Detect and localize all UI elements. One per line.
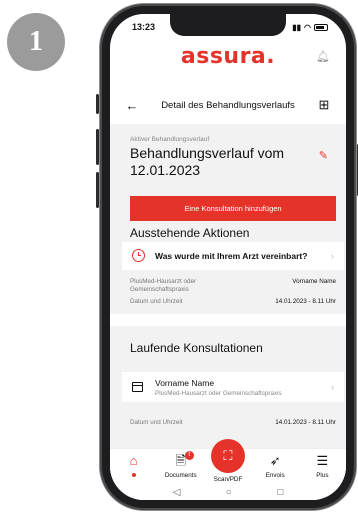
system-home-icon[interactable]: ○: [226, 487, 232, 498]
pending-action-card[interactable]: Was wurde mit Ihrem Arzt vereinbart? ›: [122, 242, 344, 270]
volume-up-button: [96, 129, 99, 165]
pending-date-label: Datum und Uhrzeit: [130, 298, 183, 305]
status-time: 13:23: [132, 22, 156, 32]
ongoing-date-label: Datum und Uhrzeit: [130, 419, 183, 426]
tab-documents-label: Documents: [164, 472, 197, 479]
menu-icon: ☰: [316, 453, 329, 468]
system-recents-icon[interactable]: □: [277, 487, 283, 498]
screenshot: 1 13:23 ▮▮ ◠ assura. 🔔︎ ← Detail des Beh…: [0, 0, 358, 513]
consultation-name: Vorname Name: [155, 377, 215, 388]
detail-label: Aktiver Behandlungsverlauf: [130, 136, 210, 143]
edit-pencil-icon[interactable]: ✎: [319, 149, 328, 162]
ongoing-date-value: 14.01.2023 - 8.11 Uhr: [275, 419, 336, 426]
system-back-icon[interactable]: ◁: [173, 487, 181, 498]
bottom-tab-bar: ⌂ 🗎︎ ! Documents ⛶ Scan/PDF ➶ Envois ☰ P…: [110, 439, 346, 484]
clock-icon: [132, 249, 145, 262]
bell-icon[interactable]: 🔔︎: [316, 50, 330, 63]
battery-icon: [314, 23, 328, 31]
pending-actions-title: Ausstehende Aktionen: [130, 226, 250, 240]
nav-bar: ← Detail des Behandlungsverlaufs ⊞: [110, 94, 346, 116]
tab-scan-pdf[interactable]: ⛶ Scan/PDF: [206, 439, 250, 483]
tab-scan-label: Scan/PDF: [213, 476, 243, 483]
tab-plus[interactable]: ☰ Plus: [300, 453, 344, 479]
active-tab-indicator: [131, 473, 136, 477]
volume-down-button: [96, 172, 99, 208]
tab-envois[interactable]: ➶ Envois: [253, 453, 297, 479]
app-header: assura. 🔔︎: [110, 44, 346, 74]
home-icon: ⌂: [129, 453, 138, 468]
mute-switch: [96, 94, 99, 114]
consultation-subtitle: PlusMed-Hausarzt oder Gemeinschaftspraxi…: [155, 389, 282, 397]
system-navigation-bar: ◁ ○ □: [110, 484, 346, 500]
add-consultation-button[interactable]: Eine Konsultation hinzufügen: [130, 196, 336, 221]
notch: [170, 14, 286, 36]
section-divider: [110, 314, 346, 326]
pending-date-row: Datum und Uhrzeit 14.01.2023 - 8.11 Uhr: [130, 298, 336, 306]
ongoing-date-row: Datum und Uhrzeit 14.01.2023 - 8.11 Uhr: [130, 419, 336, 427]
tab-envois-label: Envois: [265, 472, 285, 479]
tab-plus-label: Plus: [316, 472, 329, 479]
consultation-card[interactable]: Vorname Name PlusMed-Hausarzt oder Gemei…: [122, 372, 344, 402]
signal-icon: ▮▮: [292, 22, 302, 32]
pending-date-value: 14.01.2023 - 8.11 Uhr: [275, 298, 336, 305]
page-title: Detail des Behandlungsverlaufs: [161, 99, 295, 111]
phone-screen: 13:23 ▮▮ ◠ assura. 🔔︎ ← Detail des Behan…: [110, 14, 346, 500]
export-icon[interactable]: ⊞: [316, 97, 332, 113]
back-arrow-icon[interactable]: ←: [124, 98, 140, 113]
pending-practice-label: PlusMed-Hausarzt oder Gemeinschaftspraxi…: [130, 278, 197, 293]
phone-frame: 13:23 ▮▮ ◠ assura. 🔔︎ ← Detail des Behan…: [96, 4, 358, 510]
scan-icon: ⛶: [210, 439, 245, 473]
wifi-icon: ◠: [304, 22, 311, 32]
chevron-right-icon: ›: [331, 250, 334, 261]
send-icon: ➶: [269, 453, 281, 468]
tab-home[interactable]: ⌂: [112, 453, 156, 477]
calendar-icon: [132, 382, 143, 392]
step-number: 1: [29, 26, 43, 57]
notification-badge: !: [184, 451, 194, 460]
pending-practice-row: PlusMed-Hausarzt oder Gemeinschaftspraxi…: [130, 278, 336, 294]
assura-logo: assura.: [180, 44, 276, 69]
ongoing-consultations-title: Laufende Konsultationen: [130, 341, 263, 355]
chevron-right-icon: ›: [331, 382, 334, 392]
detail-title: Behandlungsverlauf vom 12.01.2023: [130, 145, 285, 178]
step-number-badge: 1: [7, 13, 65, 71]
tab-documents[interactable]: 🗎︎ ! Documents: [159, 451, 203, 479]
pending-practice-value: Vorname Name: [292, 278, 336, 285]
status-icons: ▮▮ ◠: [292, 23, 328, 32]
pending-action-label: Was wurde mit Ihrem Arzt vereinbart?: [155, 250, 308, 261]
